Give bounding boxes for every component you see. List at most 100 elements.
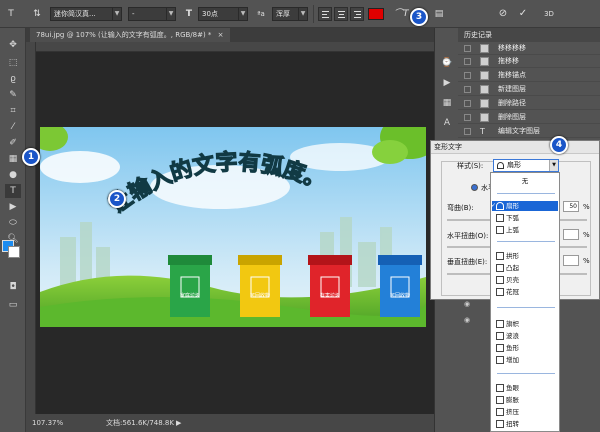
align-right-button[interactable] [350,7,364,21]
dropdown-option-squeeze[interactable]: 挤压 [492,407,558,417]
horizontal-distort-input[interactable] [563,229,579,240]
eyedropper-tool-icon[interactable]: ⁄ [5,120,21,134]
document-image[interactable]: 让输入的文字有弧度。 家庭垃圾 可回收物 有害垃圾 可回收物 [40,127,426,327]
history-panel-title[interactable]: 历史记录 [464,28,492,42]
path-select-tool-icon[interactable]: ▶ [5,200,21,214]
chevron-down-icon: ▼ [298,8,307,20]
text-color-swatch[interactable] [368,8,384,20]
separator [313,5,314,23]
vertical-distort-input[interactable] [563,255,579,266]
eye-icon[interactable]: ◉ [464,300,474,308]
zoom-level[interactable]: 107.37% [32,414,63,432]
warp-text-icon[interactable]: ⌒T [394,7,409,21]
step-badge-1: 1 [22,148,40,166]
image-artwork: 让输入的文字有弧度。 [40,127,426,327]
history-item[interactable]: 移移移移 [458,42,600,55]
history-item[interactable]: 新建图层 [458,83,600,96]
dropdown-option-bulge[interactable]: 凸起 [492,263,558,273]
dodge-tool-icon[interactable]: ● [5,168,21,182]
history-state-icon [480,113,489,122]
quick-mask-icon[interactable]: ◘ [5,280,21,294]
commit-check-icon[interactable]: ✓ [516,7,530,21]
history-item[interactable]: 删除路径 [458,97,600,110]
dropdown-option-arc-upper[interactable]: 上弧 [492,225,558,235]
history-panel-header: 历史记录 [458,28,600,42]
document-tab[interactable]: 78ui.jpg @ 107% (让输入的文字有弧度。, RGB/8#) * × [30,28,230,42]
dropdown-option-shell[interactable]: 贝壳 [492,275,558,285]
bend-label: 弯曲(B): [447,204,474,212]
dropdown-option-fish[interactable]: 鱼形 [492,343,558,353]
history-panel-icon[interactable]: ⌚ [439,56,455,70]
dropdown-option-none[interactable]: 无 [492,176,558,186]
horizontal-radio[interactable] [471,184,478,191]
close-icon[interactable]: × [218,31,224,39]
history-item[interactable]: 拖移移 [458,55,600,68]
dropdown-option-arc-lower[interactable]: 下弧 [492,213,558,223]
history-state-icon [480,85,489,94]
actions-panel-icon[interactable]: ▶ [439,76,455,90]
dropdown-separator [497,373,555,374]
screen-mode-icon[interactable]: ▭ [5,298,21,312]
dropdown-option-arch[interactable]: 拱形 [492,251,558,261]
character-panel-icon[interactable]: ▤ [432,7,446,21]
bend-input[interactable]: 50 [563,201,579,212]
status-menu-arrow-icon[interactable]: ▶ [176,414,181,432]
font-size-select[interactable]: 30点 ▼ [198,7,248,21]
bin-label: 有害垃圾 [319,293,340,299]
chevron-down-icon: ▼ [112,8,121,20]
style-label: 样式(S): [457,162,484,170]
quick-select-tool-icon[interactable]: ✎ [5,88,21,102]
history-state-icon [480,44,489,53]
dropdown-separator [497,307,555,308]
dropdown-option-flag[interactable]: 旗帜 [492,319,558,329]
history-state-icon [480,57,489,66]
align-center-button[interactable] [334,7,348,21]
marquee-tool-icon[interactable]: ⬚ [5,56,21,70]
brush-tool-icon[interactable]: ✐ [5,136,21,150]
history-item[interactable]: 删除图层 [458,111,600,124]
dropdown-option-wave[interactable]: 波浪 [492,331,558,341]
bin-yellow [238,255,282,317]
dialog-title[interactable]: 变形文字 [431,141,599,154]
bin-red [308,255,352,317]
lasso-tool-icon[interactable]: ϱ [5,72,21,86]
character-panel-icon[interactable]: A [439,116,455,130]
type-tool-icon[interactable]: T [5,184,21,198]
background-color-swatch[interactable] [8,246,20,258]
dropdown-option-rise[interactable]: 增加 [492,355,558,365]
dropdown-option-twist[interactable]: 扭转 [492,419,558,429]
arc-shape-icon [497,162,504,169]
tools-panel: ✥ ⬚ ϱ ✎ ⌗ ⁄ ✐ ▦ ● T ▶ ⬭ 🔍︎ ◘ ▭ [0,28,26,432]
antialias-icon: ªa [257,10,265,18]
eye-icon[interactable]: ◉ [464,316,474,324]
bin-label: 可回收物 [249,293,270,299]
style-select[interactable]: 扇形 ▼ [493,159,559,172]
antialias-select[interactable]: 浑厚 ▼ [272,7,308,21]
options-bar: T ⇅ 迷你简汉真... ▼ - ▼ T 30点 ▼ ªa 浑厚 ▼ ⌒T ▤ ⊘ ✓ … [0,0,600,28]
crop-tool-icon[interactable]: ⌗ [5,104,21,118]
font-family-select[interactable]: 迷你简汉真... ▼ [50,7,122,21]
dropdown-separator [497,241,555,242]
history-item[interactable]: T 编辑文字图层 [458,125,600,138]
history-item[interactable]: 拖移锚点 [458,69,600,82]
document-size: 文档:561.6K/748.8K [106,419,174,427]
dropdown-option-fisheye[interactable]: 鱼眼 [492,383,558,393]
bin-label: 家庭垃圾 [179,293,200,299]
dropdown-option-inflate[interactable]: 膨胀 [492,395,558,405]
type-tool-icon[interactable]: T [4,7,18,21]
dropdown-option-arc[interactable]: ✓ 扇形 [491,201,558,211]
style-dropdown-list: 无 ✓ 扇形 下弧 上弧 拱形 凸起 贝壳 花冠 旗帜 波浪 鱼形 增加 鱼眼 膨… [490,172,560,432]
3d-icon[interactable]: 3D [540,7,558,21]
text-orientation-icon[interactable]: ⇅ [30,7,44,21]
swatches-panel-icon[interactable]: ▦ [439,96,455,110]
move-tool-icon[interactable]: ✥ [5,38,21,52]
horizontal-ruler [36,42,434,52]
align-left-button[interactable] [318,7,332,21]
step-badge-3: 3 [410,8,428,26]
font-size-icon: T [185,9,193,19]
dropdown-option-flower[interactable]: 花冠 [492,287,558,297]
shape-tool-icon[interactable]: ⬭ [5,216,21,230]
cancel-icon[interactable]: ⊘ [496,7,510,21]
font-style-select[interactable]: - ▼ [128,7,176,21]
gradient-tool-icon[interactable]: ▦ [5,152,21,166]
